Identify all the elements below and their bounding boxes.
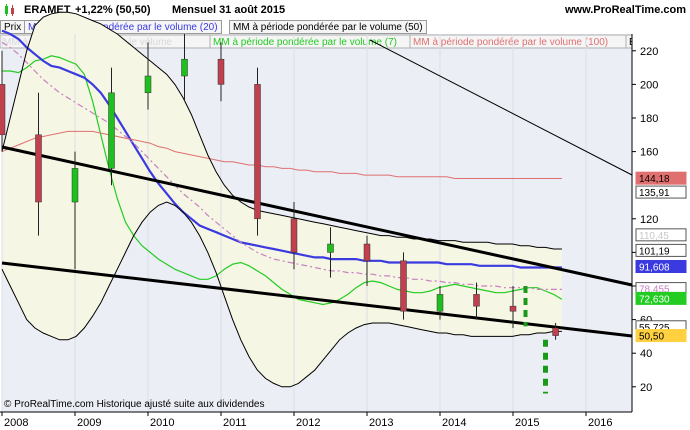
candle-2011-07	[254, 67, 261, 236]
candle-body	[290, 218, 298, 253]
price-tag-value: 72,630	[639, 294, 670, 305]
x-tick-label: 2011	[223, 417, 247, 429]
y-tick-label: 200	[640, 79, 658, 91]
price-tag: 110,45	[635, 228, 687, 242]
price-tag-value: 144,18	[639, 174, 670, 185]
price-tag: 144,18	[635, 171, 687, 185]
candle-2013-07	[400, 252, 407, 320]
y-tick-label: 160	[640, 147, 658, 159]
x-tick-label: 2009	[77, 417, 101, 429]
x-tick-label: 2010	[150, 417, 174, 429]
legend-mm7: MM à période pondérée par le volume (7)	[213, 37, 397, 48]
candle-body	[509, 305, 517, 312]
price-tag-value: 110,45	[639, 231, 669, 242]
x-tick-label: 2014	[442, 417, 466, 429]
candle-body	[436, 294, 444, 312]
price-tag-value: 101,19	[639, 246, 670, 257]
legend-mm100: MM à période pondérée par le volume (100…	[413, 37, 608, 48]
price-tag-value: 50,50	[639, 332, 664, 343]
candle-body	[35, 134, 42, 203]
y-tick-label: 180	[640, 113, 658, 125]
candle-body	[473, 294, 480, 307]
candle-body	[0, 84, 6, 136]
candle-body	[108, 92, 115, 169]
x-tick-label: 2012	[296, 417, 320, 429]
x-tick-label: 2015	[515, 417, 539, 429]
price-tag: 91,608	[635, 259, 687, 273]
price-tag-value: 135,91	[639, 188, 670, 199]
price-tag: 101,19	[635, 243, 687, 257]
price-tag: 135,91	[635, 185, 687, 199]
x-tick-label: 2013	[369, 417, 393, 429]
y-tick-label: 40	[640, 348, 652, 360]
x-tick-label: 2008	[4, 417, 28, 429]
y-tick-label: 120	[640, 214, 658, 226]
candle-body	[327, 243, 334, 253]
candle-body	[400, 260, 407, 312]
candle-body	[144, 75, 152, 94]
candle-body	[552, 327, 559, 336]
copyright-note: © ProRealTime.com Historique ajusté suit…	[4, 399, 265, 410]
x-tick-label: 2016	[588, 417, 612, 429]
candle-body	[181, 58, 188, 77]
y-tick-label: 220	[640, 46, 658, 58]
candle-body	[363, 243, 371, 262]
price-tag: 50,50	[635, 329, 687, 343]
price-chart: MM à période pondérée par le volumeMM à …	[0, 11, 690, 430]
candle-body	[71, 168, 79, 203]
y-tick-label: 20	[640, 382, 652, 394]
candle-body	[254, 84, 261, 220]
price-tag-value: 91,608	[639, 262, 670, 273]
candle-body	[217, 58, 225, 85]
price-tag: 72,630	[635, 291, 687, 305]
